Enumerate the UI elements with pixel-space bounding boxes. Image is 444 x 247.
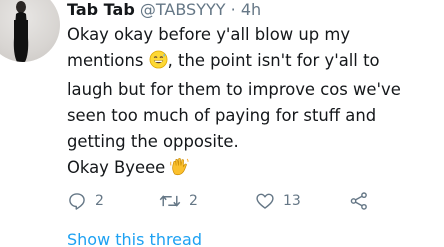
tweet-line: laugh but for them to improve cos we've <box>67 80 401 99</box>
show-thread-link[interactable]: Show this thread <box>67 229 202 247</box>
tweet: Tab Tab @TABSYYY · 4h Okay okay before y… <box>0 0 444 247</box>
like-button[interactable]: 13 <box>255 190 301 212</box>
reply-button[interactable]: 2 <box>67 190 104 212</box>
avatar-figure-icon <box>13 1 29 62</box>
like-count: 13 <box>283 193 301 209</box>
reply-count: 2 <box>95 193 104 209</box>
timestamp[interactable]: 4h <box>241 0 261 19</box>
tweet-line: seen too much of paying for stuff and <box>67 106 377 125</box>
tweet-actions: 2 2 13 <box>67 190 439 212</box>
reply-icon <box>69 193 85 210</box>
tweet-line: Okay okay before y'all blow up my <box>67 25 351 44</box>
heart-icon <box>256 193 274 209</box>
retweet-button[interactable]: 2 <box>159 190 198 212</box>
display-name[interactable]: Tab Tab <box>67 0 135 19</box>
tweet-line: getting the opposite. <box>67 132 239 151</box>
share-icon <box>350 192 367 210</box>
avatar[interactable] <box>0 0 60 62</box>
waving-hand-emoji-icon <box>170 157 190 184</box>
user-handle[interactable]: @TABSYYY <box>140 0 226 19</box>
share-button[interactable] <box>349 190 369 212</box>
separator-dot: · <box>230 0 236 19</box>
tweet-line: , the point isn't for y'all to <box>167 51 380 70</box>
tweet-line: Okay Byeee <box>67 158 166 177</box>
tweet-line: mentions <box>67 51 144 70</box>
tweet-header: Tab Tab @TABSYYY · 4h <box>67 0 261 22</box>
retweet-icon <box>159 195 181 207</box>
retweet-count: 2 <box>189 193 198 209</box>
grinning-sweat-emoji-icon <box>149 50 168 77</box>
tweet-text: Okay okay before y'all blow up my mentio… <box>67 22 439 184</box>
